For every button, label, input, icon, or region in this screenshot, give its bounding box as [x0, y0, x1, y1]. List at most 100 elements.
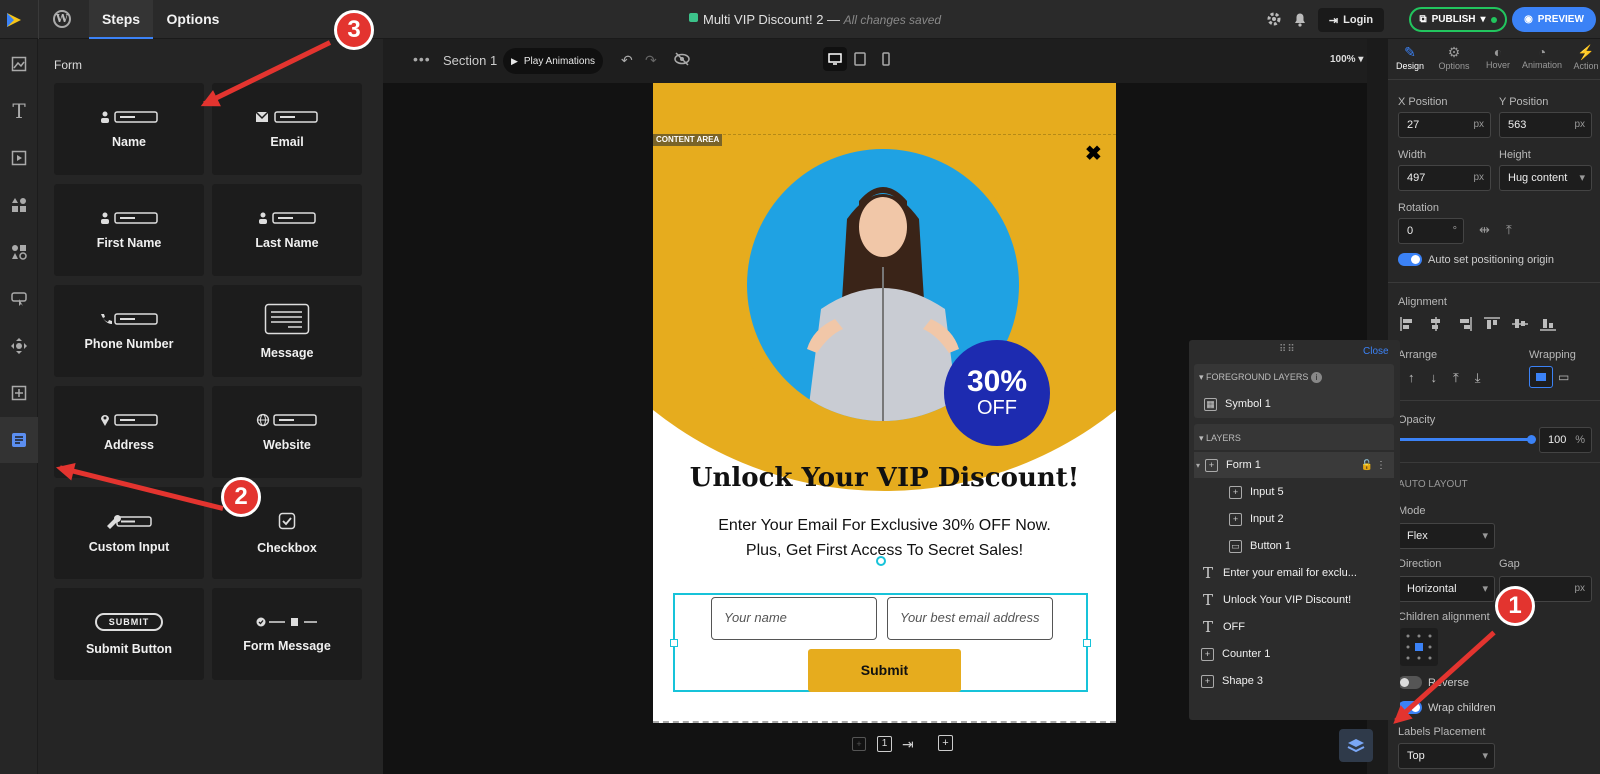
layer-unlock-your-vip-discount[interactable]: T Unlock Your VIP Discount!: [1201, 587, 1399, 613]
align-center-v-icon[interactable]: [1512, 317, 1528, 331]
submit-button[interactable]: Submit: [808, 649, 961, 692]
y-position-field[interactable]: 563 px: [1499, 112, 1592, 138]
form-tool-icon[interactable]: [0, 417, 38, 463]
layers-header[interactable]: ▾ LAYERS: [1199, 433, 1241, 444]
sliders-icon: ⚙: [1447, 44, 1461, 60]
layer-form-1[interactable]: ▾ + Form 1 🔓 ⋮: [1194, 452, 1394, 478]
form-tile-website[interactable]: Website: [212, 386, 362, 478]
mode-select[interactable]: Flex ▾: [1398, 523, 1495, 549]
layer-off[interactable]: T OFF: [1201, 614, 1399, 640]
form-tile-message[interactable]: Message: [212, 285, 362, 377]
text-tool-icon[interactable]: T: [5, 97, 33, 125]
undo-icon[interactable]: ↶: [621, 52, 633, 69]
preview-button[interactable]: ◉ PREVIEW: [1512, 7, 1596, 32]
form-tile-submit-button[interactable]: SUBMIT Submit Button: [54, 588, 204, 680]
drag-handle-icon[interactable]: ⠿⠿: [1279, 344, 1296, 355]
resize-handle-right[interactable]: [1083, 639, 1091, 647]
right-tab-animation[interactable]: ◔ Animation: [1520, 44, 1564, 70]
right-tab-options[interactable]: ⚙ Options: [1432, 44, 1476, 71]
add-element-icon[interactable]: [5, 379, 33, 407]
nowrap-option-icon[interactable]: ▭: [1558, 370, 1569, 384]
hide-icon[interactable]: [674, 51, 690, 67]
wordpress-icon[interactable]: W: [53, 10, 71, 28]
zoom-select[interactable]: 100% ▾: [1330, 54, 1363, 65]
prev-step-icon[interactable]: +: [852, 737, 866, 751]
publish-button[interactable]: ⧉ PUBLISH ▾: [1409, 7, 1507, 32]
form-tile-form-message[interactable]: Form Message: [212, 588, 362, 680]
shapes-tool-icon[interactable]: [5, 191, 33, 219]
login-button[interactable]: ⇥ Login: [1318, 8, 1384, 32]
popup[interactable]: CONTENT AREA ✖ 30% OFF Unlock Your VIP D…: [653, 83, 1116, 723]
tab-options[interactable]: Options: [156, 0, 230, 39]
foreground-layers-header[interactable]: ▾ FOREGROUND LAYERS i: [1199, 372, 1322, 383]
layer-input-2[interactable]: + Input 2: [1229, 506, 1400, 532]
align-left-icon[interactable]: [1400, 317, 1416, 331]
tab-steps[interactable]: Steps: [89, 0, 153, 39]
right-tab-hover[interactable]: ◐ Hover: [1476, 44, 1520, 70]
page-counter[interactable]: 1: [877, 736, 892, 752]
form-tile-name[interactable]: Name: [54, 83, 204, 175]
opacity-slider[interactable]: [1398, 435, 1536, 444]
children-alignment-grid[interactable]: [1400, 628, 1438, 666]
width-field[interactable]: 497 px: [1398, 165, 1491, 191]
align-right-icon[interactable]: [1456, 317, 1472, 331]
layers-toggle-button[interactable]: [1339, 729, 1373, 762]
direction-select[interactable]: Horizontal ▾: [1398, 576, 1495, 602]
flip-vertical-icon[interactable]: ⤒: [1506, 222, 1512, 238]
expand-chevron-icon[interactable]: ▾: [1196, 461, 1200, 470]
button-tool-icon[interactable]: [5, 285, 33, 313]
align-bottom-icon[interactable]: [1540, 317, 1556, 331]
labels-placement-select[interactable]: Top ▾: [1398, 743, 1495, 769]
arrange-icons[interactable]: ↑↓⤒⤓: [1408, 370, 1497, 386]
bell-icon[interactable]: [1292, 11, 1308, 27]
right-tab-action[interactable]: ⚡ Action: [1564, 44, 1600, 71]
elements-tool-icon[interactable]: [5, 238, 33, 266]
close-icon[interactable]: ✖: [1085, 141, 1102, 166]
form-tile-phone-number[interactable]: Phone Number: [54, 285, 204, 377]
auto-origin-toggle[interactable]: [1398, 253, 1422, 266]
redo-icon[interactable]: ↷: [645, 52, 657, 69]
align-center-h-icon[interactable]: [1428, 317, 1444, 331]
form-tile-email[interactable]: Email: [212, 83, 362, 175]
image-tool-icon[interactable]: [5, 50, 33, 78]
video-tool-icon[interactable]: [5, 144, 33, 172]
more-icon[interactable]: •••: [413, 51, 431, 67]
resize-handle-left[interactable]: [670, 639, 678, 647]
layer-enter-your-email-for-exclu[interactable]: T Enter your email for exclu...: [1201, 560, 1399, 586]
form-tile-address[interactable]: Address: [54, 386, 204, 478]
form-selection-frame[interactable]: Your name Your best email address Submit: [670, 593, 1091, 692]
layers-close-link[interactable]: Close: [1363, 346, 1389, 357]
flip-horizontal-icon[interactable]: ⇹: [1479, 222, 1490, 238]
x-position-field[interactable]: 27 px: [1398, 112, 1491, 138]
play-animations-button[interactable]: ▶ Play Animations: [503, 48, 603, 74]
form-tile-first-name[interactable]: First Name: [54, 184, 204, 276]
gear-icon[interactable]: [1266, 11, 1282, 27]
app-logo-icon[interactable]: [5, 11, 23, 29]
doc-title[interactable]: Multi VIP Discount! 2 — All changes save…: [703, 12, 941, 27]
section-label[interactable]: Section 1: [443, 53, 497, 68]
reverse-toggle[interactable]: [1398, 676, 1422, 689]
mobile-view-icon[interactable]: [882, 52, 890, 66]
wrap-option-icon[interactable]: [1529, 366, 1553, 388]
rotation-field[interactable]: 0 °: [1398, 218, 1464, 244]
auto-origin-label: Auto set positioning origin: [1428, 254, 1554, 266]
layer-counter-1[interactable]: + Counter 1: [1201, 641, 1399, 667]
tablet-view-icon[interactable]: [854, 52, 866, 66]
email-input[interactable]: Your best email address: [887, 597, 1053, 640]
move-tool-icon[interactable]: [5, 332, 33, 360]
layer-shape-3[interactable]: + Shape 3: [1201, 668, 1399, 694]
name-input[interactable]: Your name: [711, 597, 877, 640]
desktop-view-icon[interactable]: [823, 47, 847, 71]
add-step-icon[interactable]: +: [938, 735, 953, 751]
layer-button-1[interactable]: ▭ Button 1: [1229, 533, 1400, 559]
lock-and-more-icon[interactable]: 🔓 ⋮: [1361, 460, 1386, 471]
layer-input-5[interactable]: + Input 5: [1229, 479, 1400, 505]
next-step-icon[interactable]: ⇥: [902, 736, 914, 753]
form-tile-last-name[interactable]: Last Name: [212, 184, 362, 276]
layer-symbol-1[interactable]: ▦ Symbol 1: [1204, 391, 1400, 417]
opacity-field[interactable]: 100%: [1539, 427, 1592, 453]
rotate-handle[interactable]: [876, 556, 886, 566]
right-tab-design[interactable]: ✎ Design: [1388, 44, 1432, 71]
height-select[interactable]: Hug content ▾: [1499, 165, 1592, 191]
align-top-icon[interactable]: [1484, 317, 1500, 331]
